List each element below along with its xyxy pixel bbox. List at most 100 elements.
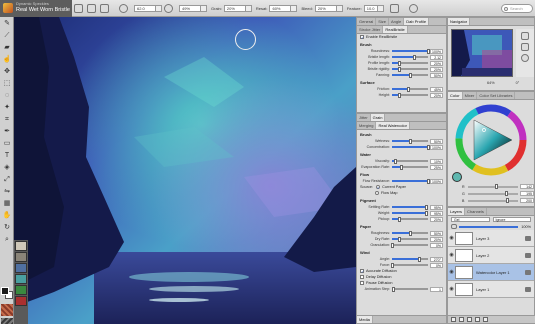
slider-track[interactable] xyxy=(392,86,428,92)
slider-track[interactable] xyxy=(392,48,430,54)
slider-track[interactable] xyxy=(392,92,428,98)
visibility-eye-icon[interactable]: ◉ xyxy=(448,269,455,275)
slider-track[interactable] xyxy=(392,66,428,72)
slider-track[interactable] xyxy=(392,60,428,66)
slider-knob[interactable] xyxy=(390,262,394,268)
slider-value[interactable]: 50% xyxy=(430,230,443,236)
tab-jitter[interactable]: Jitter xyxy=(357,114,371,121)
rgb-slider-track[interactable] xyxy=(468,198,518,203)
paper-swatch[interactable] xyxy=(15,252,27,262)
dropper-tool-icon[interactable]: ⟋ xyxy=(1,30,13,41)
size-field[interactable]: 62.0 xyxy=(134,4,162,12)
size-value[interactable]: 62.0 xyxy=(134,4,156,12)
slider-track[interactable] xyxy=(392,138,428,144)
rgb-slider-knob[interactable] xyxy=(505,198,509,203)
checkbox-box[interactable] xyxy=(360,281,364,285)
visibility-eye-icon[interactable]: ◉ xyxy=(448,286,455,292)
slider-value[interactable]: 0% xyxy=(430,242,443,248)
slider-knob[interactable] xyxy=(424,204,428,210)
grain-field[interactable]: Grain: 20% xyxy=(211,4,252,12)
opacity-field[interactable]: 49% xyxy=(179,4,207,12)
rgb-value[interactable]: 142 xyxy=(520,184,534,189)
slider-track[interactable] xyxy=(392,164,428,170)
navigator-preview[interactable] xyxy=(451,29,513,77)
resat-popup[interactable] xyxy=(291,4,298,12)
slider-value[interactable]: 20% xyxy=(430,216,443,222)
slider-value[interactable]: 10% xyxy=(430,158,443,164)
layer-row[interactable]: ◉ Watercolor Layer 1 xyxy=(448,264,534,281)
checkbox-box[interactable]: ✓ xyxy=(360,35,364,40)
brush-ghost-icon[interactable] xyxy=(408,3,418,13)
search-field[interactable]: Search xyxy=(501,4,533,13)
shape-tool-icon[interactable]: ▭ xyxy=(1,138,13,149)
paper-swatch[interactable] xyxy=(15,274,27,284)
rgb-slider-knob[interactable] xyxy=(504,191,508,196)
slider-value[interactable]: 95% xyxy=(430,210,443,216)
tab-navigator[interactable]: Navigator xyxy=(448,18,471,25)
slider-value[interactable]: 2.12 xyxy=(430,54,443,60)
zoom-out-icon[interactable] xyxy=(521,43,529,51)
paper-swatch[interactable] xyxy=(15,263,27,273)
slider-knob[interactable] xyxy=(408,138,412,144)
tab-color-set-libraries[interactable]: Color Set Libraries xyxy=(477,92,516,99)
slider-track[interactable] xyxy=(392,158,428,164)
opacity-popup[interactable] xyxy=(201,4,207,12)
slider-value[interactable]: 45% xyxy=(430,86,443,92)
slider-value[interactable]: 20% xyxy=(430,92,443,98)
tab-angle[interactable]: Angle xyxy=(389,18,405,25)
rgb-slider-knob[interactable] xyxy=(494,184,498,189)
slider-knob[interactable] xyxy=(412,54,416,60)
slider-track[interactable] xyxy=(392,144,430,150)
current-paper-radio[interactable]: • xyxy=(376,185,381,190)
slider-knob[interactable] xyxy=(424,210,428,216)
dab-preview-icon[interactable] xyxy=(100,3,109,13)
rotate-tool-icon[interactable]: ↻ xyxy=(1,222,13,233)
slider-knob[interactable] xyxy=(399,164,403,170)
slider-knob[interactable] xyxy=(408,230,412,236)
tab-media[interactable]: Media xyxy=(357,316,373,323)
feature-field[interactable]: Feature: 10.0 xyxy=(347,4,384,12)
layer-mask-icon[interactable] xyxy=(467,317,472,322)
slider-knob[interactable] xyxy=(397,92,401,98)
tab-mixer[interactable]: Mixer xyxy=(463,92,478,99)
checkbox-box[interactable] xyxy=(360,275,364,279)
grabber-tool-icon[interactable]: ✋ xyxy=(1,210,13,221)
tab-channels[interactable]: Channels xyxy=(465,208,487,215)
lasso-tool-icon[interactable]: ◌ xyxy=(1,90,13,101)
paper-selector[interactable] xyxy=(1,318,13,324)
visibility-eye-icon[interactable]: ◉ xyxy=(448,235,455,241)
slider-knob[interactable] xyxy=(417,256,421,262)
visibility-eye-icon[interactable]: ◉ xyxy=(448,252,455,258)
layer-adjuster-tool-icon[interactable]: ✥ xyxy=(1,66,13,77)
zoom-level[interactable]: 64% xyxy=(487,81,495,85)
transform-tool-icon[interactable]: ⤢ xyxy=(1,174,13,185)
slider-value[interactable]: 100% xyxy=(430,48,443,54)
layer-row[interactable]: ◉ Layer 2 xyxy=(448,247,534,264)
opacity-value[interactable]: 49% xyxy=(179,4,201,12)
rgb-value[interactable]: 195 xyxy=(520,191,534,196)
painting-canvas[interactable] xyxy=(14,17,356,324)
rotate-canvas-icon[interactable] xyxy=(521,54,529,62)
slider-track[interactable] xyxy=(392,204,428,210)
resat-value[interactable]: 60% xyxy=(269,4,292,12)
tab-stroke-jitter[interactable]: Stroke Jitter xyxy=(357,26,384,33)
perspective-tool-icon[interactable]: ▦ xyxy=(1,198,13,209)
feature-popup[interactable] xyxy=(377,4,384,12)
slider-knob[interactable] xyxy=(426,144,430,150)
reset-tool-icon[interactable] xyxy=(74,3,83,13)
paint-bucket-tool-icon[interactable]: ◈ xyxy=(1,162,13,173)
rgb-value[interactable]: 200 xyxy=(520,198,534,203)
flow-map-radio[interactable] xyxy=(375,191,379,195)
slider-value[interactable]: 1 xyxy=(430,286,443,292)
tab-grain[interactable]: Grain xyxy=(370,114,386,121)
tab-merging[interactable]: Merging xyxy=(357,122,377,129)
slider-value[interactable]: 20% xyxy=(430,236,443,242)
tab-general[interactable]: General xyxy=(357,18,377,25)
grain-value[interactable]: 20% xyxy=(223,4,246,12)
slider-track[interactable] xyxy=(392,54,428,60)
main-color-swatch[interactable] xyxy=(1,287,9,295)
trash-icon[interactable] xyxy=(483,317,488,322)
slider-value[interactable]: 0% xyxy=(430,262,443,268)
tab-realbristle[interactable]: RealBristle xyxy=(383,26,408,33)
slider-track[interactable] xyxy=(392,72,428,78)
